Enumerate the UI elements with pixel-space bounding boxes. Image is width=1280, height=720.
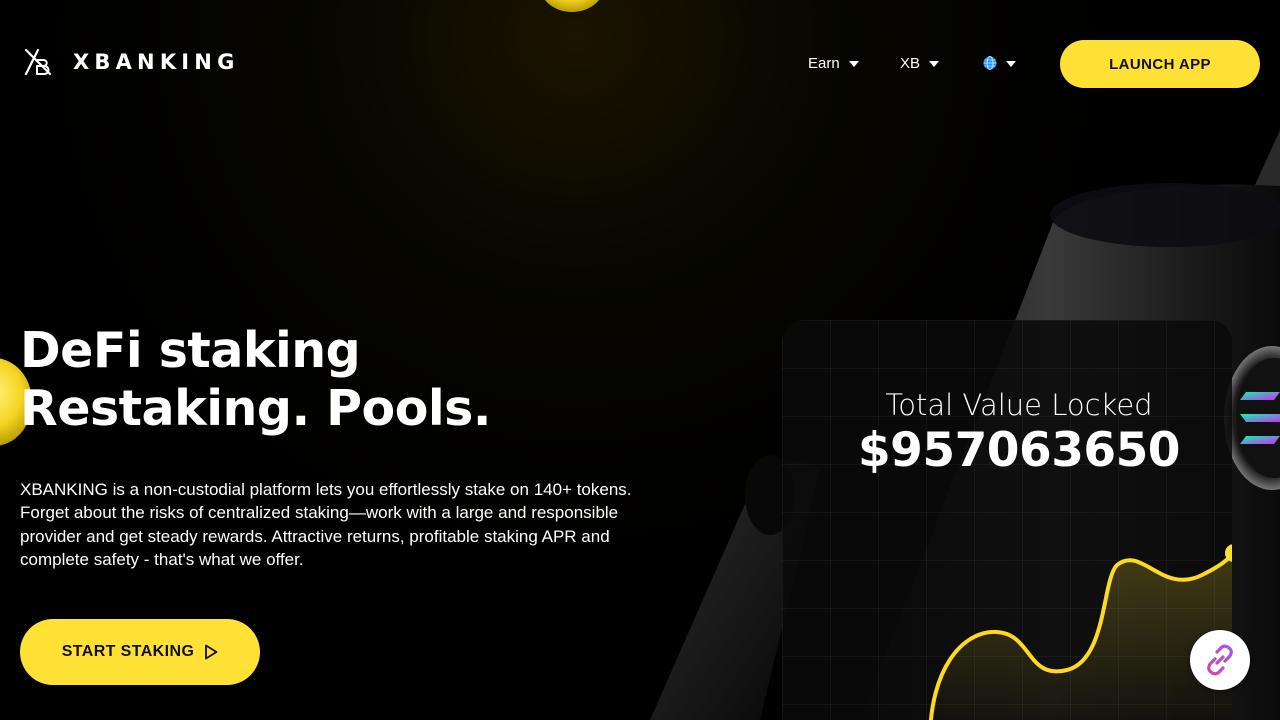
tvl-chart-line (929, 544, 1232, 720)
hero-title-line-2: Restaking. Pools. (20, 380, 491, 437)
tvl-label: Total Value Locked (885, 388, 1153, 422)
xbanking-logo-icon (24, 48, 52, 76)
tvl-value: $957063650 (857, 423, 1181, 478)
hero-description-line: provider and get steady rewards. Attract… (20, 526, 610, 546)
tvl-card: Total Value Locked $957063650 (782, 320, 1232, 720)
site-header: XBANKING Earn XB LAUNCH APP (0, 0, 1280, 126)
hero-title: DeFi staking Restaking. Pools. (20, 322, 491, 438)
language-selector[interactable] (983, 52, 1016, 74)
nav-earn-label: Earn (808, 54, 840, 72)
logo[interactable]: XBANKING (24, 46, 240, 78)
link-floating-button[interactable] (1190, 630, 1250, 690)
chevron-down-icon (848, 61, 859, 67)
hero-description-line: complete safety - that's what we offer. (20, 549, 304, 569)
hero-description: XBANKING is a non-custodial platform let… (20, 478, 750, 571)
hero-title-line-1: DeFi staking (20, 322, 361, 379)
nav-earn-dropdown[interactable]: Earn (808, 52, 859, 74)
nav-xb-dropdown[interactable]: XB (900, 52, 940, 74)
play-icon (205, 644, 218, 660)
launch-app-button[interactable]: LAUNCH APP (1060, 40, 1260, 88)
chevron-down-icon (929, 61, 940, 67)
page: XBANKING Earn XB LAUNCH APP DeFi staking… (0, 0, 1280, 720)
chevron-down-icon (1006, 61, 1016, 67)
globe-icon (983, 56, 997, 70)
start-staking-button[interactable]: START STAKING (20, 619, 260, 685)
logo-text: XBANKING (73, 50, 240, 74)
nav-xb-label: XB (900, 54, 921, 72)
hero-description-line: Forget about the risks of centralized st… (20, 503, 619, 523)
hero-description-line: XBANKING is a non-custodial platform let… (20, 480, 632, 499)
link-icon (1207, 644, 1233, 676)
start-staking-label: START STAKING (61, 643, 195, 660)
